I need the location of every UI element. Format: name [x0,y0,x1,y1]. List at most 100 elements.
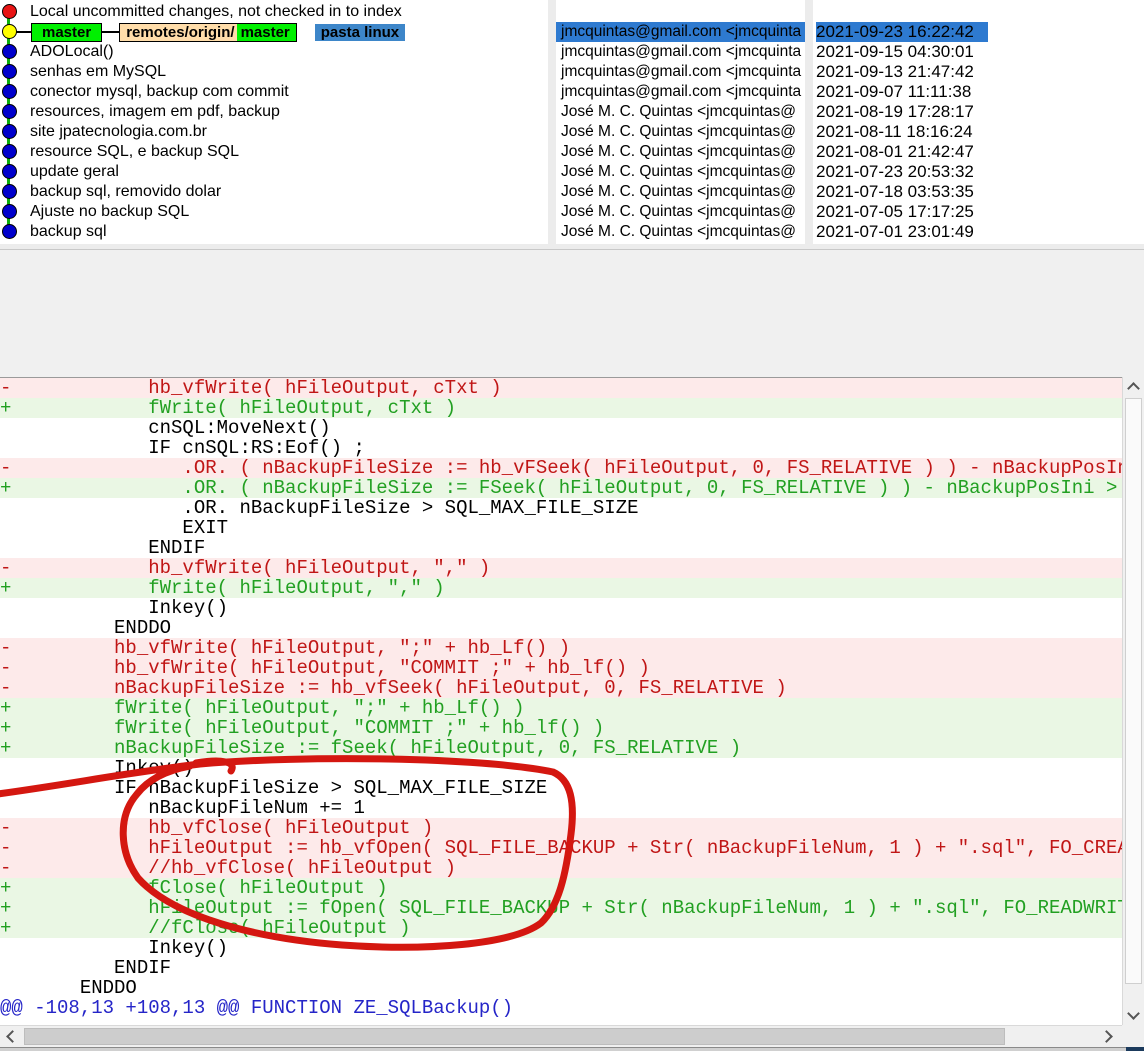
commit-subject: Ajuste no backup SQL [30,203,189,220]
window-bottom-edge [0,1047,1144,1051]
diff-line-ctx: .OR. nBackupFileSize > SQL_MAX_FILE_SIZE [0,498,1122,518]
remote-branch-label[interactable]: remotes/origin/master [119,23,297,42]
diff-line-hunk: @@ -108,13 +108,13 @@ FUNCTION ZE_SQLBac… [0,998,1122,1018]
commit-row[interactable]: backup sql [0,222,548,242]
commit-subject: backup sql, removido dolar [30,183,221,200]
commit-date-cell[interactable] [813,2,1144,22]
diff-line-add: + fWrite( hFileOutput, "COMMIT ;" + hb_l… [0,718,1122,738]
commit-list-panel: Local uncommitted changes, not checked i… [0,0,1144,244]
commit-author-cell[interactable]: jmcquintas@gmail.com <jmcquinta [556,22,805,42]
diff-line-ctx: nBackupFileNum += 1 [0,798,1122,818]
commit-date-cell[interactable]: 2021-08-19 17:28:17 [813,102,1144,122]
commit-author-cell[interactable]: José M. C. Quintas <jmcquintas@ [556,142,805,162]
diff-line-ctx: IF cnSQL:RS:Eof() ; [0,438,1122,458]
commit-author-cell[interactable]: jmcquintas@gmail.com <jmcquinta [556,62,805,82]
branch-label-master[interactable]: master [31,23,102,42]
diff-line-add: + fWrite( hFileOutput, "," ) [0,578,1122,598]
diff-line-add: + fWrite( hFileOutput, cTxt ) [0,398,1122,418]
commit-date-cell[interactable]: 2021-07-05 17:17:25 [813,202,1144,222]
diff-view[interactable]: - hb_vfWrite( hFileOutput, cTxt )+ fWrit… [0,377,1122,1025]
diff-line-ctx: Inkey() [0,758,1122,778]
commit-date-cell[interactable]: 2021-09-15 04:30:01 [813,42,1144,62]
diff-line-add: + .OR. ( nBackupFileSize := FSeek( hFile… [0,478,1122,498]
commit-dot-yellow [2,24,17,39]
commit-subject: Local uncommitted changes, not checked i… [30,3,402,20]
diff-line-ctx: Inkey() [0,938,1122,958]
commit-dot-blue [2,104,17,119]
diff-vertical-scrollbar[interactable] [1122,377,1144,1025]
commit-dot-blue [2,224,17,239]
commit-dot-blue [2,184,17,199]
diff-line-ctx: ENDIF [0,538,1122,558]
gitk-window: Local uncommitted changes, not checked i… [0,0,1144,1051]
commit-subject: backup sql [30,223,107,240]
commit-dot-blue [2,204,17,219]
commit-date-column: 2021-09-23 16:22:422021-09-15 04:30:0120… [813,0,1144,244]
commit-row[interactable]: resource SQL, e backup SQL [0,142,548,162]
commit-author-cell[interactable]: José M. C. Quintas <jmcquintas@ [556,222,805,242]
commit-row[interactable]: conector mysql, backup com commit [0,82,548,102]
diff-line-del: - hb_vfWrite( hFileOutput, ";" + hb_Lf()… [0,638,1122,658]
diff-line-del: - .OR. ( nBackupFileSize := hb_vFSeek( h… [0,458,1122,478]
scroll-up-icon[interactable] [1127,382,1140,395]
vertical-scrollbar-thumb[interactable] [1125,398,1142,984]
commit-row[interactable]: Local uncommitted changes, not checked i… [0,2,548,22]
commit-date-cell[interactable]: 2021-07-18 03:53:35 [813,182,1144,202]
commit-author-cell[interactable]: José M. C. Quintas <jmcquintas@ [556,182,805,202]
commit-row[interactable]: senhas em MySQL [0,62,548,82]
commit-row[interactable]: resources, imagem em pdf, backup [0,102,548,122]
commit-subject: ADOLocal() [30,43,114,60]
diff-line-ctx: ENDIF [0,958,1122,978]
graph-connector-line [16,31,31,33]
scroll-down-icon[interactable] [1127,1007,1140,1020]
diff-horizontal-scrollbar[interactable] [0,1025,1122,1047]
window-bottom-accent [1126,1047,1144,1051]
diff-line-ctx: ENDDO [0,618,1122,638]
commit-row[interactable]: update geral [0,162,548,182]
column-sash[interactable] [805,0,813,244]
commit-dot-blue [2,64,17,79]
commit-subject: resources, imagem em pdf, backup [30,103,280,120]
remote-branch-name: master [237,24,296,41]
commit-dot-red [2,4,17,19]
commit-row[interactable]: Ajuste no backup SQL [0,202,548,222]
commit-row[interactable]: site jpatecnologia.com.br [0,122,548,142]
horizontal-scrollbar-thumb[interactable] [24,1028,1005,1045]
commit-date-cell[interactable]: 2021-07-23 20:53:32 [813,162,1144,182]
commit-row[interactable]: ADOLocal() [0,42,548,62]
commit-dot-blue [2,44,17,59]
commit-author-cell[interactable]: jmcquintas@gmail.com <jmcquinta [556,82,805,102]
commit-subject: update geral [30,163,119,180]
column-sash[interactable] [548,0,556,244]
diff-line-add: + nBackupFileSize := fSeek( hFileOutput,… [0,738,1122,758]
commit-date-cell[interactable]: 2021-09-07 11:11:38 [813,82,1144,102]
commit-author-cell[interactable]: José M. C. Quintas <jmcquintas@ [556,202,805,222]
scroll-right-icon[interactable] [1100,1030,1113,1043]
commit-author-cell[interactable]: José M. C. Quintas <jmcquintas@ [556,102,805,122]
diff-line-ctx: EXIT [0,518,1122,538]
commit-row[interactable]: masterremotes/origin/masterpasta linux [0,22,548,42]
commit-dot-blue [2,164,17,179]
commit-date-cell[interactable]: 2021-09-13 21:47:42 [813,62,1144,82]
scroll-left-icon[interactable] [6,1030,19,1043]
diff-line-del: - hFileOutput := hb_vfOpen( SQL_FILE_BAC… [0,838,1122,858]
diff-line-del: - hb_vfWrite( hFileOutput, "COMMIT ;" + … [0,658,1122,678]
commit-author-column: jmcquintas@gmail.com <jmcquintajmcquinta… [556,0,805,244]
graph-connector-line [102,31,119,33]
commit-author-cell[interactable] [556,2,805,22]
selected-date-highlight: 2021-09-23 16:22:42 [816,22,988,42]
commit-row[interactable]: backup sql, removido dolar [0,182,548,202]
commit-date-cell[interactable]: 2021-08-01 21:42:47 [813,142,1144,162]
diff-line-ctx: cnSQL:MoveNext() [0,418,1122,438]
commit-graph-column: Local uncommitted changes, not checked i… [0,0,548,244]
commit-author-cell[interactable]: José M. C. Quintas <jmcquintas@ [556,122,805,142]
diff-line-ctx: IF nBackupFileSize > SQL_MAX_FILE_SIZE [0,778,1122,798]
ref-label-other[interactable]: pasta linux [315,24,405,41]
commit-date-cell[interactable]: 2021-07-01 23:01:49 [813,222,1144,242]
diff-line-ctx: ENDDO [0,978,1122,998]
toolbar: SHA1 ID: ← → Row 2 / 48 Find ↓ ↑ commit … [0,250,1144,377]
commit-author-cell[interactable]: José M. C. Quintas <jmcquintas@ [556,162,805,182]
commit-author-cell[interactable]: jmcquintas@gmail.com <jmcquinta [556,42,805,62]
commit-date-cell[interactable]: 2021-08-11 18:16:24 [813,122,1144,142]
commit-date-cell[interactable]: 2021-09-23 16:22:42 [813,22,1144,42]
